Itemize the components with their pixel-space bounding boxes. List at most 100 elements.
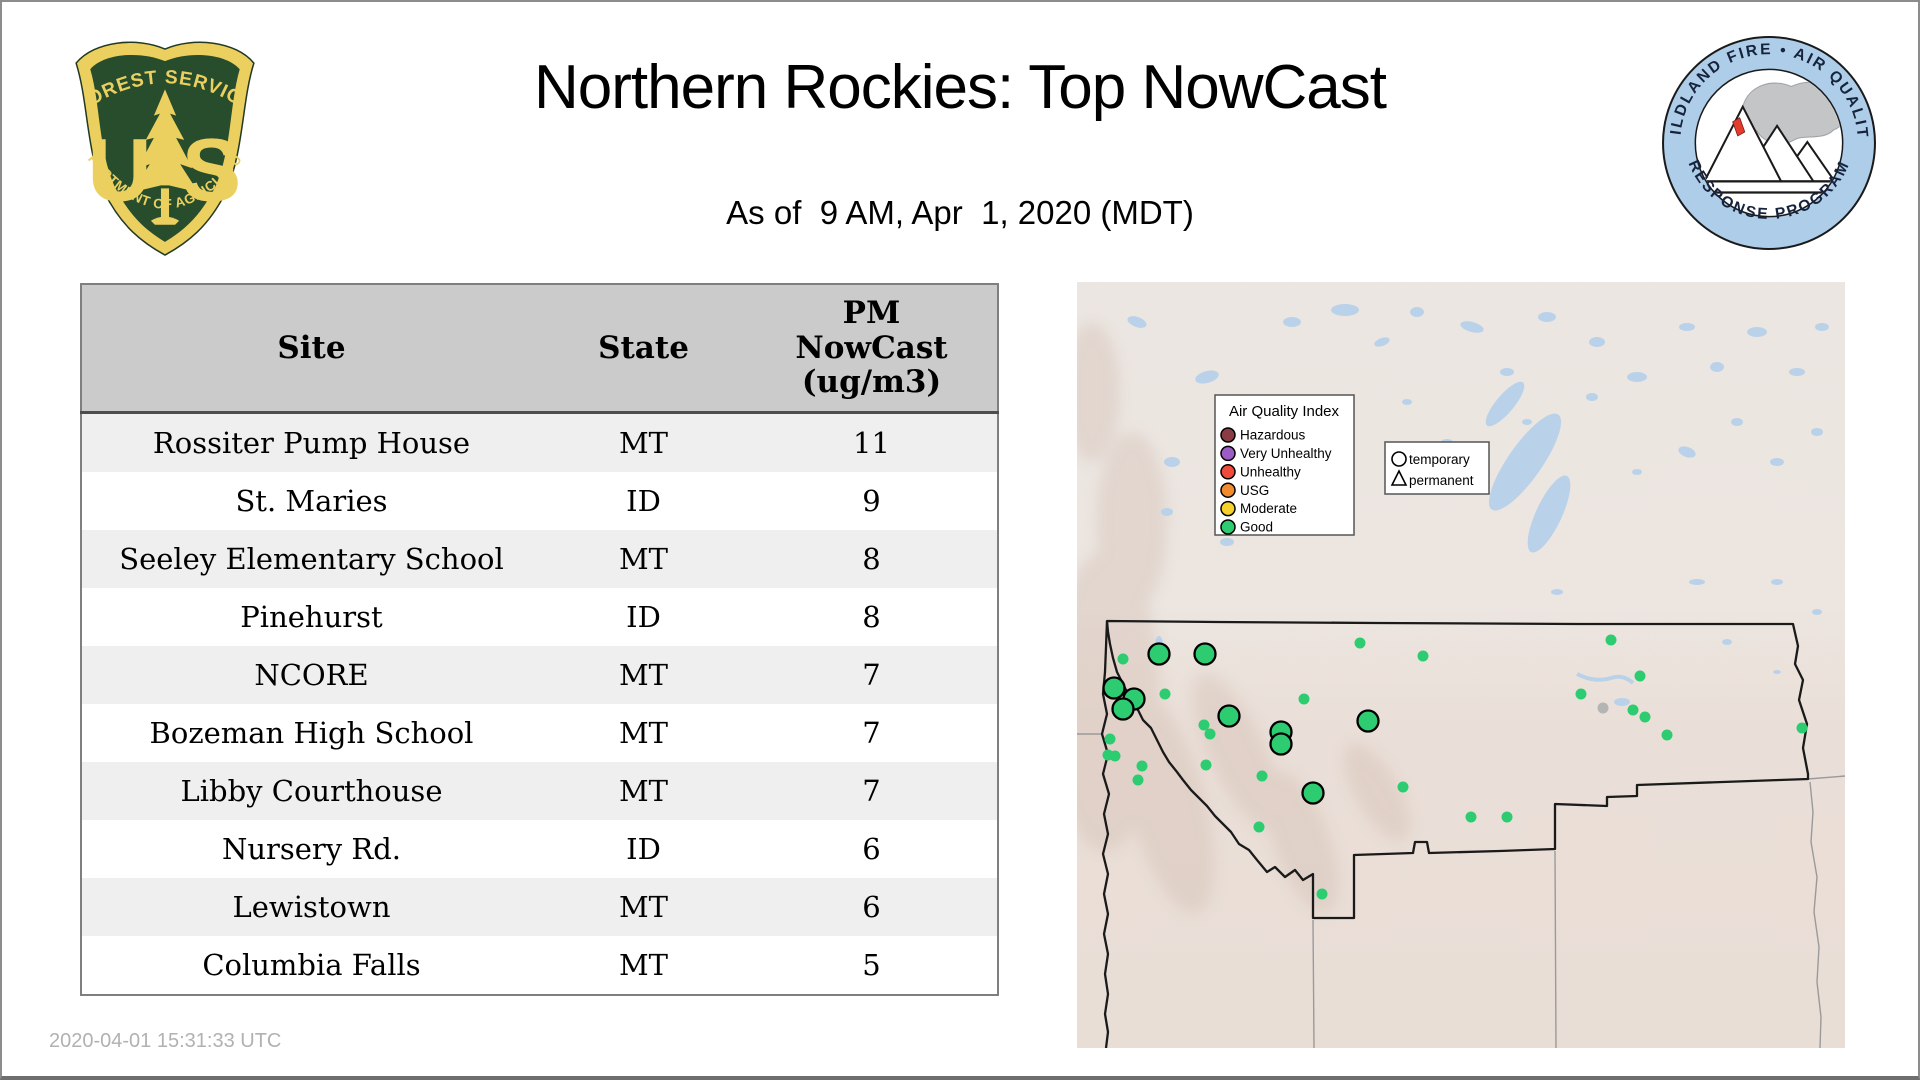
state-cell: ID	[626, 600, 661, 634]
monitor-dot-permanent	[1104, 733, 1116, 745]
monitor-dot-permanent	[1132, 774, 1144, 786]
site-cell: Pinehurst	[240, 600, 383, 634]
monitor-dot-temporary	[1217, 704, 1241, 728]
state-cell: MT	[618, 948, 669, 982]
marker-type-legend: temporary permanent	[1384, 441, 1490, 495]
monitor-dot-permanent	[1575, 688, 1587, 700]
value-cell: 6	[862, 832, 881, 866]
report-page: FOREST SERVICE U S DEPARTMENT OF AGRICUL…	[0, 0, 1920, 1080]
table-row: Nursery Rd. ID 6	[81, 820, 998, 878]
value-cell: 7	[862, 658, 881, 692]
monitor-dot-permanent	[1627, 704, 1639, 716]
aqi-level-label: Very Unhealthy	[1240, 446, 1332, 461]
monitor-dot-permanent	[1253, 821, 1265, 833]
site-cell: Nursery Rd.	[221, 832, 402, 866]
table-row: Lewistown MT 6	[81, 878, 998, 936]
site-cell: Libby Courthouse	[180, 774, 443, 808]
aqi-level-label: USG	[1240, 483, 1269, 498]
monitor-dot-permanent	[1298, 693, 1310, 705]
table-row: Pinehurst ID 8	[81, 588, 998, 646]
state-cell: MT	[618, 716, 669, 750]
monitor-dot-temporary	[1301, 781, 1325, 805]
table-row: Seeley Elementary School MT 8	[81, 530, 998, 588]
site-cell: Lewistown	[232, 890, 391, 924]
monitor-dot-temporary	[1102, 676, 1126, 700]
site-cell: Seeley Elementary School	[119, 542, 504, 576]
monitor-dot-temporary	[1111, 697, 1135, 721]
aqi-legend: Air Quality Index Hazardous Very Unhealth…	[1214, 394, 1355, 536]
site-cell: Rossiter Pump House	[152, 426, 471, 460]
site-cell: NCORE	[254, 658, 369, 692]
state-cell: MT	[618, 658, 669, 692]
value-cell: 6	[862, 890, 881, 924]
page-title: Northern Rockies: Top NowCast	[534, 53, 1387, 122]
nowcast-table: Site State PM NowCast (ug/m3) Rossiter P…	[80, 283, 999, 996]
monitor-dot-permanent	[1117, 653, 1129, 665]
aqi-level-dot	[1220, 464, 1236, 480]
value-cell: 9	[862, 484, 881, 518]
column-header-state: State	[541, 284, 746, 414]
aqi-level-dot	[1220, 500, 1236, 517]
aqi-level-label: Hazardous	[1240, 428, 1306, 443]
monitor-dot-permanent	[1354, 637, 1366, 649]
monitor-map: Air Quality Index Hazardous Very Unhealth…	[1050, 282, 1846, 1049]
monitor-dot-permanent	[1639, 711, 1651, 723]
value-cell: 11	[853, 426, 890, 460]
monitor-dot-permanent	[1417, 650, 1429, 662]
table-row: Libby Courthouse MT 7	[81, 762, 998, 820]
site-cell: St. Maries	[235, 484, 388, 518]
aqi-level-dot	[1220, 445, 1236, 462]
table-row: Rossiter Pump House MT 11	[81, 412, 998, 472]
table-row: Bozeman High School MT 7	[81, 704, 998, 762]
monitor-dot-permanent	[1136, 760, 1148, 772]
column-header-site: Site	[81, 284, 541, 414]
monitor-dot-permanent	[1465, 811, 1477, 823]
state-cell: MT	[618, 426, 669, 460]
table-header-row: Site State PM NowCast (ug/m3)	[81, 284, 998, 414]
monitor-dot-permanent	[1200, 759, 1212, 771]
temporary-label: temporary	[1409, 452, 1470, 467]
wfaqrp-logo-icon: WILDLAND FIRE • AIR QUALITY RESPONSE PRO…	[1660, 34, 1876, 250]
aqi-level-dot	[1220, 482, 1236, 498]
aqi-level-label: Good	[1240, 520, 1273, 535]
table-row: Columbia Falls MT 5	[81, 936, 998, 995]
state-cell: MT	[618, 542, 669, 576]
monitor-markers-nodata	[1597, 702, 1609, 714]
monitor-dot-permanent	[1204, 728, 1216, 740]
monitor-dot-temporary	[1269, 732, 1293, 756]
monitor-dot-permanent	[1256, 770, 1268, 782]
value-cell: 7	[862, 774, 881, 808]
aqi-level-label: Unhealthy	[1240, 464, 1301, 479]
value-cell: 7	[862, 716, 881, 750]
aqi-legend-title: Air Quality Index	[1229, 403, 1340, 420]
monitor-dot-temporary	[1356, 709, 1380, 733]
monitor-dot-temporary	[1147, 642, 1171, 666]
page-subtitle: As of 9 AM, Apr 1, 2020 (MDT)	[726, 194, 1194, 231]
monitor-dot-permanent	[1796, 722, 1808, 734]
monitor-dot-permanent	[1661, 729, 1673, 741]
aqi-level-dot	[1220, 427, 1236, 443]
monitor-dot-permanent	[1397, 781, 1409, 793]
table-row: NCORE MT 7	[81, 646, 998, 704]
monitor-dot-permanent	[1634, 670, 1646, 682]
monitor-dot-temporary	[1193, 642, 1217, 666]
state-cell: ID	[626, 832, 661, 866]
monitor-dot-permanent	[1605, 634, 1617, 646]
value-cell: 5	[862, 948, 881, 982]
column-header-pm-nowcast: PM NowCast (ug/m3)	[746, 284, 998, 414]
monitor-dot-permanent	[1501, 811, 1513, 823]
site-cell: Columbia Falls	[202, 948, 421, 982]
monitor-dot-permanent	[1316, 888, 1328, 900]
monitor-dot-permanent	[1109, 750, 1121, 762]
generation-timestamp: 2020-04-01 15:31:33 UTC	[49, 1030, 282, 1052]
monitor-dot-nodata	[1597, 702, 1609, 714]
value-cell: 8	[862, 542, 881, 576]
value-cell: 8	[862, 600, 881, 634]
state-cell: MT	[618, 774, 669, 808]
table-row: St. Maries ID 9	[81, 472, 998, 530]
state-cell: MT	[618, 890, 669, 924]
aqi-level-dot	[1220, 519, 1236, 535]
monitor-dot-permanent	[1198, 719, 1210, 731]
aqi-level-label: Moderate	[1240, 501, 1297, 516]
site-cell: Bozeman High School	[149, 716, 474, 750]
